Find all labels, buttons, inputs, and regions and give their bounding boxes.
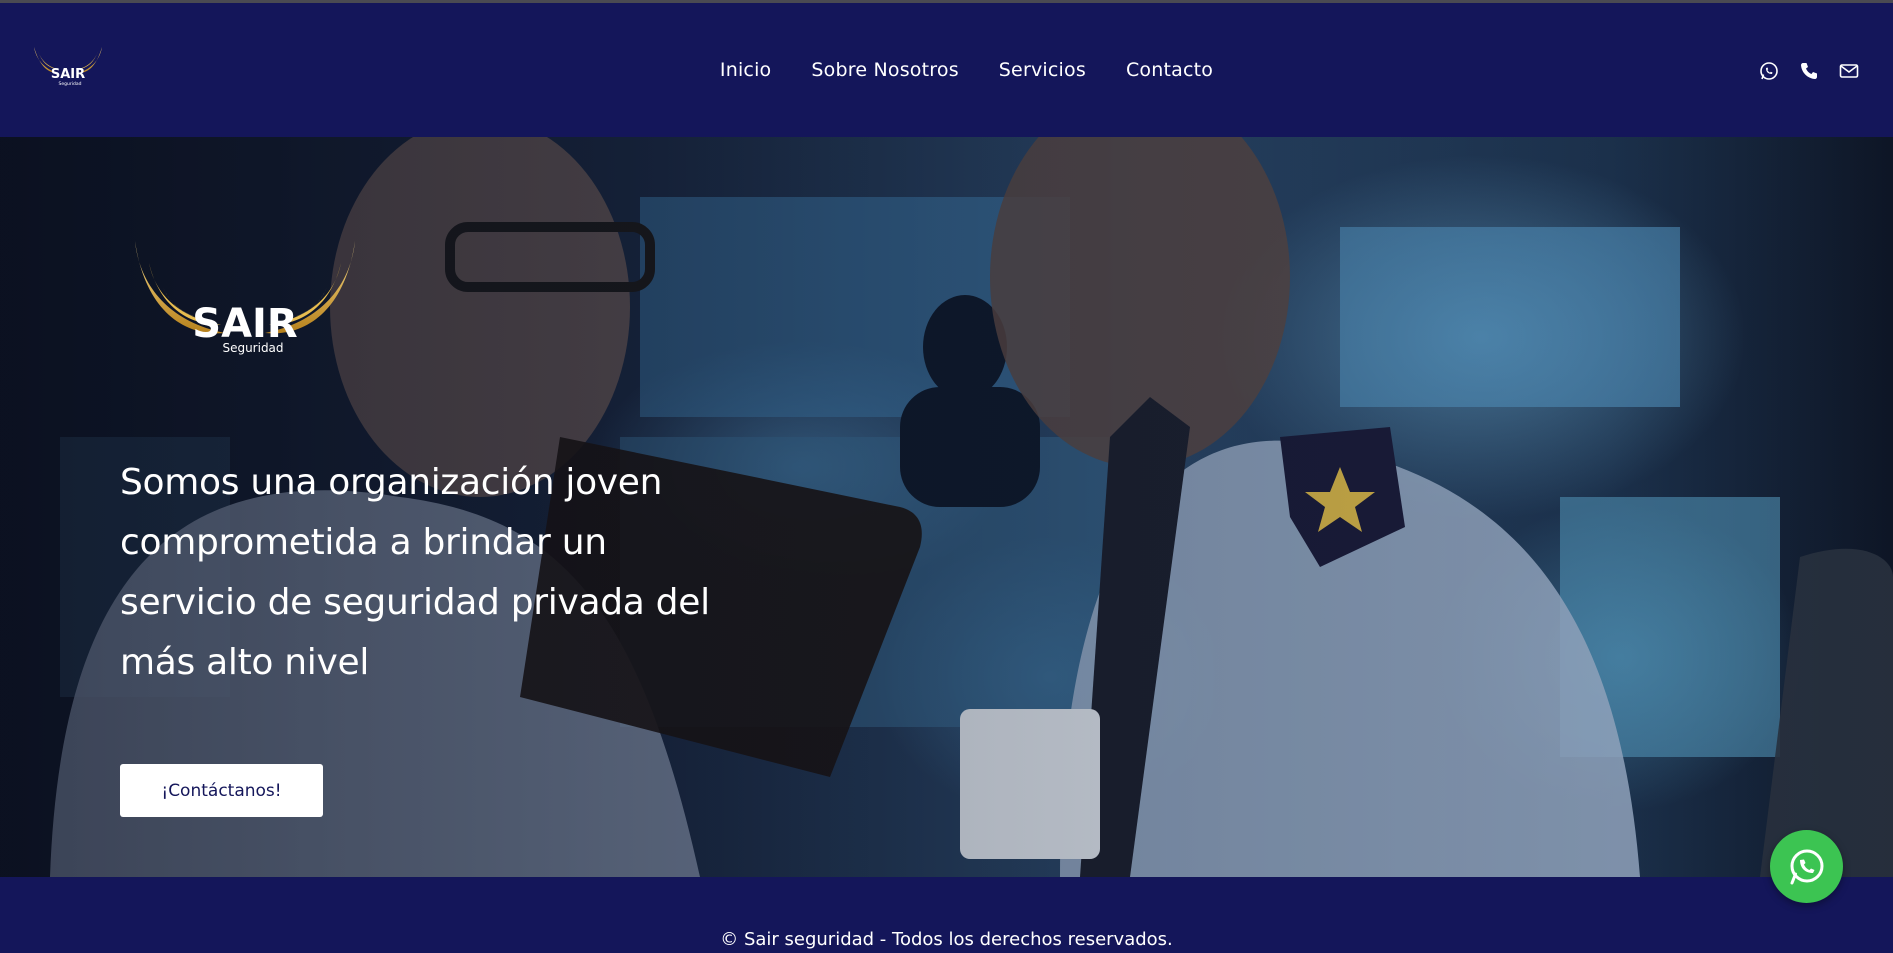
mail-icon[interactable] bbox=[1839, 61, 1859, 81]
site-footer: © Sair seguridad - Todos los derechos re… bbox=[0, 877, 1893, 953]
nav-servicios[interactable]: Servicios bbox=[999, 59, 1086, 81]
nav-sobre-nosotros[interactable]: Sobre Nosotros bbox=[811, 59, 958, 81]
footer-copyright: © Sair seguridad - Todos los derechos re… bbox=[720, 929, 1173, 950]
whatsapp-icon bbox=[1790, 849, 1823, 884]
hero-heading: Somos una organización joven comprometid… bbox=[120, 462, 710, 683]
nav-contacto[interactable]: Contacto bbox=[1126, 59, 1213, 81]
phone-icon[interactable] bbox=[1799, 61, 1819, 81]
main-nav: Inicio Sobre Nosotros Servicios Contacto bbox=[0, 59, 1893, 81]
contact-cta-button[interactable]: ¡Contáctanos! bbox=[120, 764, 323, 817]
hero-logo: SAIR Seguridad bbox=[135, 241, 355, 355]
site-header: SAIR Seguridad Inicio Sobre Nosotros Ser… bbox=[0, 3, 1893, 137]
nav-inicio[interactable]: Inicio bbox=[720, 59, 771, 81]
whatsapp-float-button[interactable] bbox=[1770, 830, 1843, 903]
hero-logo-sub: Seguridad bbox=[222, 341, 283, 355]
header-logo-sub: Seguridad bbox=[59, 81, 82, 87]
whatsapp-icon[interactable] bbox=[1759, 61, 1779, 81]
header-contact-icons bbox=[1759, 61, 1859, 81]
hero-section: SAIR Seguridad Somos una organización jo… bbox=[0, 137, 1893, 877]
